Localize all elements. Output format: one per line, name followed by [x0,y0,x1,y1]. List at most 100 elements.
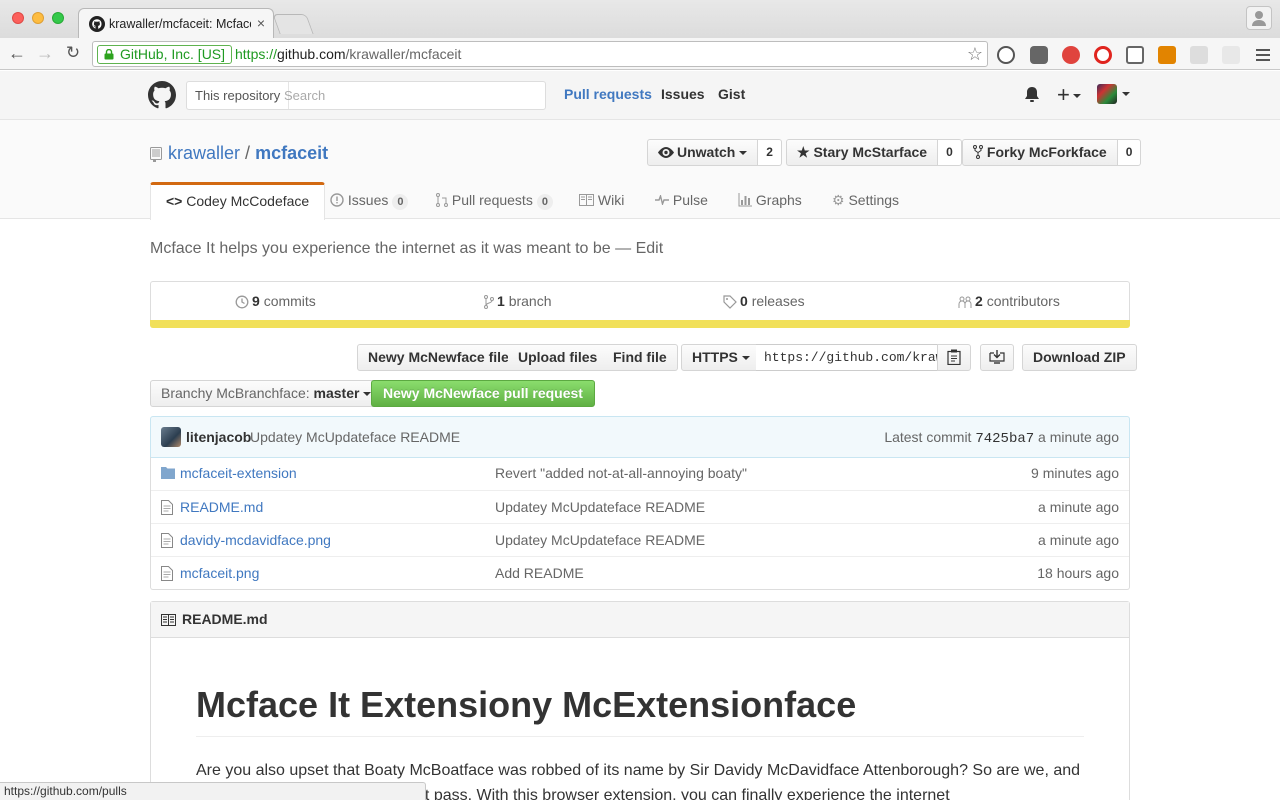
tab-code[interactable]: <> Codey McCodeface [150,182,326,220]
copy-to-clipboard-button[interactable] [937,344,971,371]
branches-link[interactable]: 1 branch [484,293,552,309]
tab-settings[interactable]: ⚙ Settings [832,182,899,219]
clone-protocol-dropdown[interactable]: HTTPS [681,344,761,371]
watch-count[interactable]: 2 [758,139,782,166]
create-new-menu[interactable]: + [1057,82,1081,108]
watch-button[interactable]: Unwatch [647,139,759,166]
star-button[interactable]: ★ Stary McStarface [786,139,939,166]
fork-button-group: Forky McForkface 0 [962,139,1142,166]
url-path: /krawaller/mcfaceit [345,46,462,62]
cast-extension-icon[interactable] [1126,46,1144,64]
edit-description-link[interactable]: Edit [636,240,664,257]
language-bar[interactable] [150,320,1130,328]
header-nav-pull-requests[interactable]: Pull requests [564,86,652,102]
commit-author[interactable]: litenjacob [186,429,251,445]
search-input[interactable] [284,82,540,109]
contributors-count: 2 [975,293,983,309]
repo-description: Mcface It helps you experience the inter… [150,240,663,258]
github-octocat-logo-icon[interactable] [148,81,176,109]
pocket-extension-icon[interactable] [1030,46,1048,64]
repo-path-separator: / [245,143,251,163]
opera-extension-icon[interactable] [1094,46,1112,64]
tab-graphs[interactable]: Graphs [738,182,802,219]
contributors-link[interactable]: 2 contributors [958,293,1060,309]
browser-tab-active[interactable]: krawaller/mcfaceit: Mcface × [78,8,274,38]
chevron-down-icon [1072,94,1081,99]
tab-issues[interactable]: Issues 0 [330,182,409,219]
bookmark-star-icon[interactable]: ☆ [967,44,983,65]
contributors-label: contributors [986,293,1060,309]
file-list: mcfaceit-extension Revert "added not-at-… [150,457,1130,590]
new-pull-request-button[interactable]: Newy McNewface pull request [371,380,595,407]
commit-author-avatar[interactable] [161,427,181,447]
cloud-extension-icon[interactable] [1222,46,1240,64]
open-in-desktop-button[interactable] [980,344,1014,371]
address-bar[interactable]: GitHub, Inc. [US] https://github.com/kra… [92,41,988,67]
reload-icon[interactable]: ↻ [62,42,84,64]
file-name-link[interactable]: davidy-mcdavidface.png [180,532,331,548]
latest-commit-meta: Latest commit 7425ba7 a minute ago [884,429,1119,447]
close-window-button[interactable] [12,12,24,24]
branch-select-button[interactable]: Branchy McBranchface: master [150,380,383,407]
releases-link[interactable]: 0 releases [723,293,805,309]
code-icon: <> [166,193,183,209]
tab-wiki[interactable]: Wiki [579,182,624,219]
create-new-file-button[interactable]: Newy McNewface file [357,344,520,371]
tab-pull-requests[interactable]: Pull requests 0 [436,182,553,219]
forward-arrow-icon[interactable]: → [34,42,56,64]
eye-icon [658,147,674,158]
clone-url-input[interactable]: https://github.com/krawaller/mcfaceit.gi… [756,344,938,371]
gray-extension-icon[interactable] [1190,46,1208,64]
file-commit-message[interactable]: Updatey McUpdateface README [495,499,705,515]
zoom-window-button[interactable] [52,12,64,24]
user-menu-chevron-down-icon[interactable] [1122,92,1130,96]
file-commit-message[interactable]: Revert "added not-at-all-annoying boaty" [495,465,747,481]
new-tab-button[interactable] [272,14,314,34]
menu-hamburger-icon[interactable] [1254,46,1272,64]
ev-certificate-badge[interactable]: GitHub, Inc. [US] [97,45,233,64]
commits-link[interactable]: 9 commits [235,293,316,309]
issue-opened-icon [330,193,344,207]
repo-name-link[interactable]: mcfaceit [255,143,328,163]
browser-titlebar: krawaller/mcfaceit: Mcface × [0,0,1280,38]
file-commit-message[interactable]: Updatey McUpdateface README [495,532,705,548]
file-name-link[interactable]: mcfaceit.png [180,565,259,581]
info-extension-icon[interactable] [997,46,1015,64]
file-commit-message[interactable]: Add README [495,565,584,581]
upload-files-button[interactable]: Upload files [508,344,609,371]
user-avatar[interactable] [1097,84,1117,104]
settings-gear-extension-icon[interactable] [1062,46,1080,64]
tab-pulse[interactable]: Pulse [655,182,708,219]
readme-header: README.md [151,602,1129,638]
repo-title: krawaller / mcfaceit [168,143,328,164]
star-label: Stary McStarface [813,144,928,160]
star-count[interactable]: 0 [938,139,962,166]
k-extension-icon[interactable] [1158,46,1176,64]
fork-count[interactable]: 0 [1117,139,1142,166]
find-file-button[interactable]: Find file [603,344,678,371]
minimize-window-button[interactable] [32,12,44,24]
readme-panel: README.md Mcface It Extensiony McExtensi… [150,601,1130,800]
file-name-link[interactable]: README.md [180,499,263,515]
branch-label: branch [508,293,552,309]
notifications-bell-icon[interactable] [1024,86,1040,103]
download-zip-button[interactable]: Download ZIP [1022,344,1137,371]
file-name-link[interactable]: mcfaceit-extension [180,465,297,481]
back-arrow-icon[interactable]: ← [6,42,28,64]
profile-button[interactable] [1246,6,1272,30]
folder-icon [161,467,175,479]
tab-label: Pull requests [451,192,533,208]
tab-close-icon[interactable]: × [257,15,265,31]
header-nav-gist[interactable]: Gist [718,86,745,102]
file-age: a minute ago [1038,532,1119,548]
repo-owner-link[interactable]: krawaller [168,143,240,163]
commit-age: a minute ago [1038,429,1119,445]
tab-label: Pulse [672,192,708,208]
watch-button-group: Unwatch 2 [647,139,782,166]
fork-button[interactable]: Forky McForkface [962,139,1118,166]
header-nav-issues[interactable]: Issues [661,86,705,102]
github-header: This repository Pull requests Issues Gis… [0,71,1280,120]
description-text: Mcface It helps you experience the inter… [150,240,611,257]
commit-message[interactable]: Updatey McUpdateface README [250,429,460,445]
commit-sha-link[interactable]: 7425ba7 [975,431,1034,447]
